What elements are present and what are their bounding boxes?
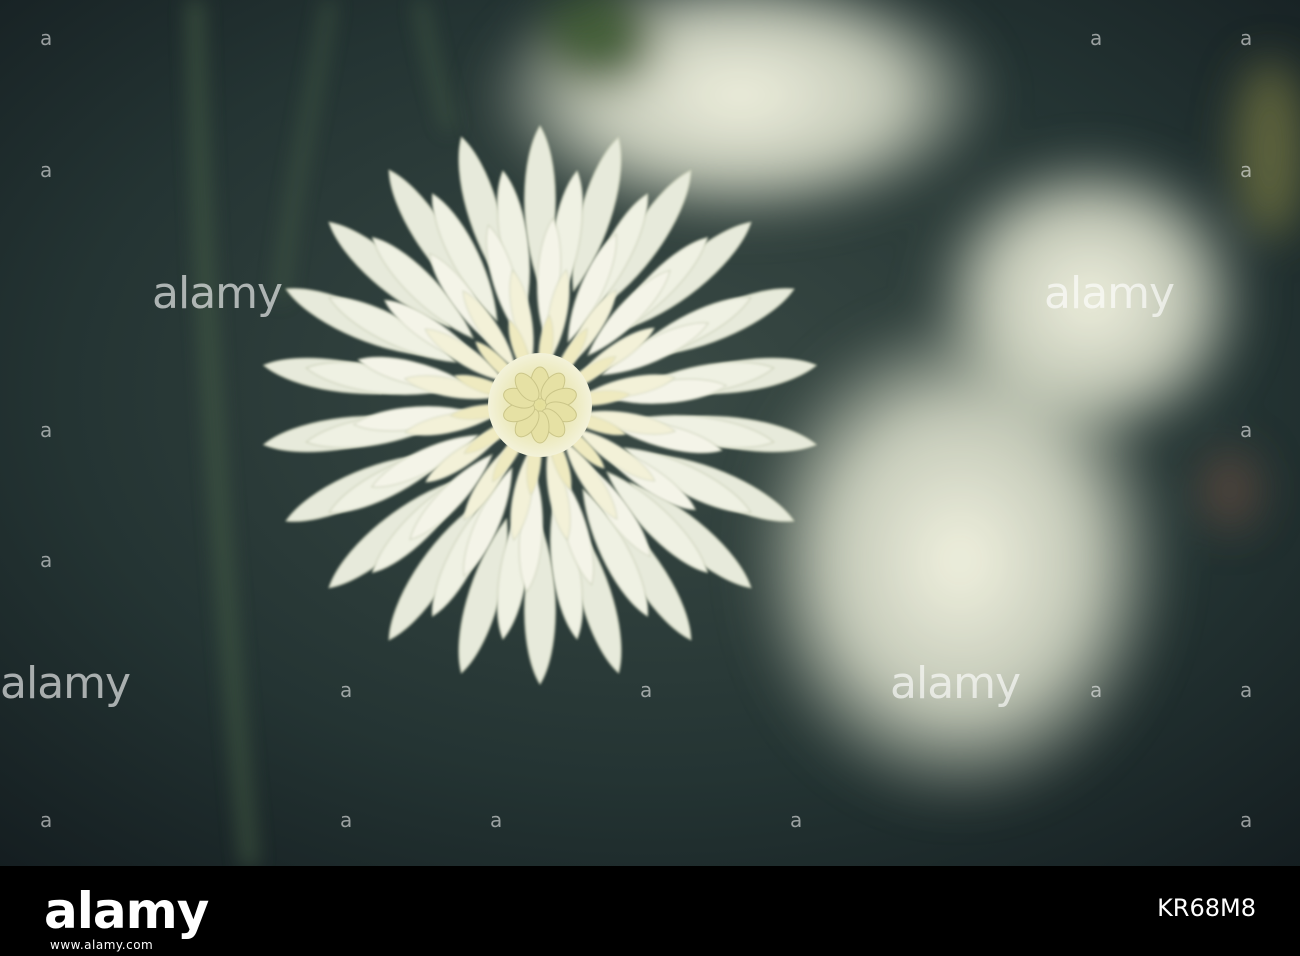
- watermark-glyph: a: [790, 808, 803, 832]
- watermark-glyph: a: [40, 808, 53, 832]
- stock-photo: [0, 0, 1300, 866]
- watermark-glyph: a: [1240, 26, 1253, 50]
- watermark-glyph: a: [1240, 158, 1253, 182]
- watermark-text: alamy: [890, 658, 1021, 709]
- image-id: KR68M8: [1157, 894, 1256, 922]
- watermark-glyph: a: [40, 418, 53, 442]
- watermark-glyph: a: [490, 808, 503, 832]
- watermark-glyph: a: [340, 808, 353, 832]
- watermark-glyph: a: [1090, 26, 1103, 50]
- footer-url: www.alamy.com: [50, 938, 154, 952]
- watermark-text: alamy: [1044, 268, 1175, 319]
- footer-bar: alamy www.alamy.com KR68M8: [0, 866, 1300, 956]
- watermark-glyph: a: [1240, 418, 1253, 442]
- watermark-glyph: a: [640, 678, 653, 702]
- footer-logo: alamy: [44, 882, 209, 940]
- watermark-glyph: a: [340, 678, 353, 702]
- watermark-glyph: a: [40, 548, 53, 572]
- watermark-glyph: a: [1240, 678, 1253, 702]
- watermark-text: alamy: [0, 658, 131, 709]
- watermark-text: alamy: [152, 268, 283, 319]
- watermark-glyph: a: [40, 158, 53, 182]
- watermark-glyph: a: [1090, 678, 1103, 702]
- watermark-glyph: a: [1240, 808, 1253, 832]
- watermark-glyph: a: [40, 26, 53, 50]
